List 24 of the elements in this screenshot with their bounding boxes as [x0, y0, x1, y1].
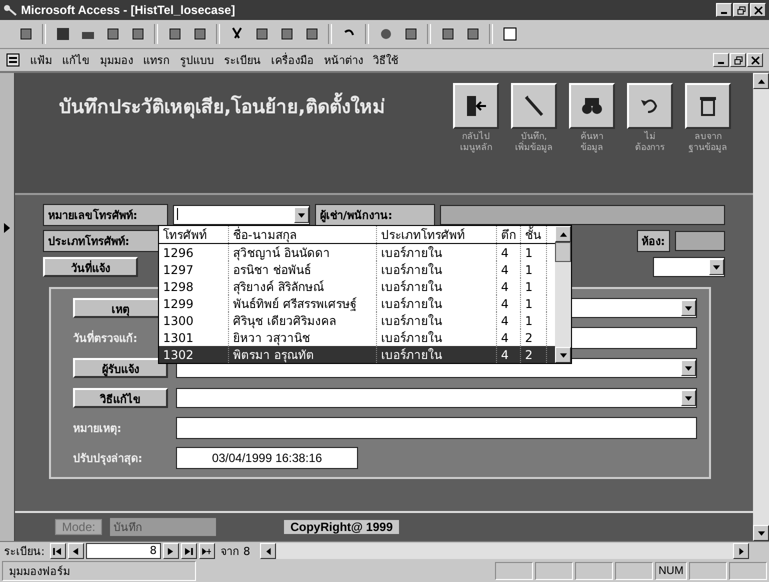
- column-header: ชื่อ-นามสกุล: [229, 226, 377, 243]
- field-label: หมายเลขโทรศัพท์:: [43, 204, 168, 226]
- column-header: โทรศัพท์: [159, 226, 229, 243]
- field-label: ปรับปรุงล่าสุด:: [73, 451, 144, 467]
- action-caption: กลับไป เมนูหลัก: [460, 132, 492, 154]
- column-header: ชั้น: [521, 226, 547, 243]
- field-label: ห้อง:: [636, 230, 670, 252]
- mode-value: บันทึก: [110, 518, 216, 536]
- action-caption: ค้นหา ข้อมูล: [580, 132, 604, 154]
- record-total: จาก 8: [220, 544, 250, 560]
- action-caption: บันทึก, เพิ่มข้อมูล: [515, 132, 553, 154]
- field-label: ผู้เช่า/พนักงาน:: [315, 204, 435, 226]
- field-label: หมายเหตุ:: [73, 421, 122, 437]
- status-text: มุมมองฟอร์ม: [2, 561, 196, 581]
- status-indicator: NUM: [655, 562, 687, 580]
- column-header: ประเภทโทรศัพท์: [377, 226, 497, 243]
- form-title: บันทึกประวัติเหตุเสีย,โอนย้าย,ติดตั้งใหม่: [59, 91, 386, 121]
- record-label: ระเบียน:: [4, 544, 45, 560]
- copyright-label: CopyRight@ 1999: [284, 520, 399, 534]
- window-title: Microsoft Access - [HistTel_losecase]: [21, 3, 236, 17]
- mode-label: Mode:: [55, 519, 102, 535]
- column-header: ตึก: [497, 226, 521, 243]
- action-caption: ไม่ ต้องการ: [635, 132, 665, 154]
- action-caption: ลบจาก ฐานข้อมูล: [688, 132, 728, 154]
